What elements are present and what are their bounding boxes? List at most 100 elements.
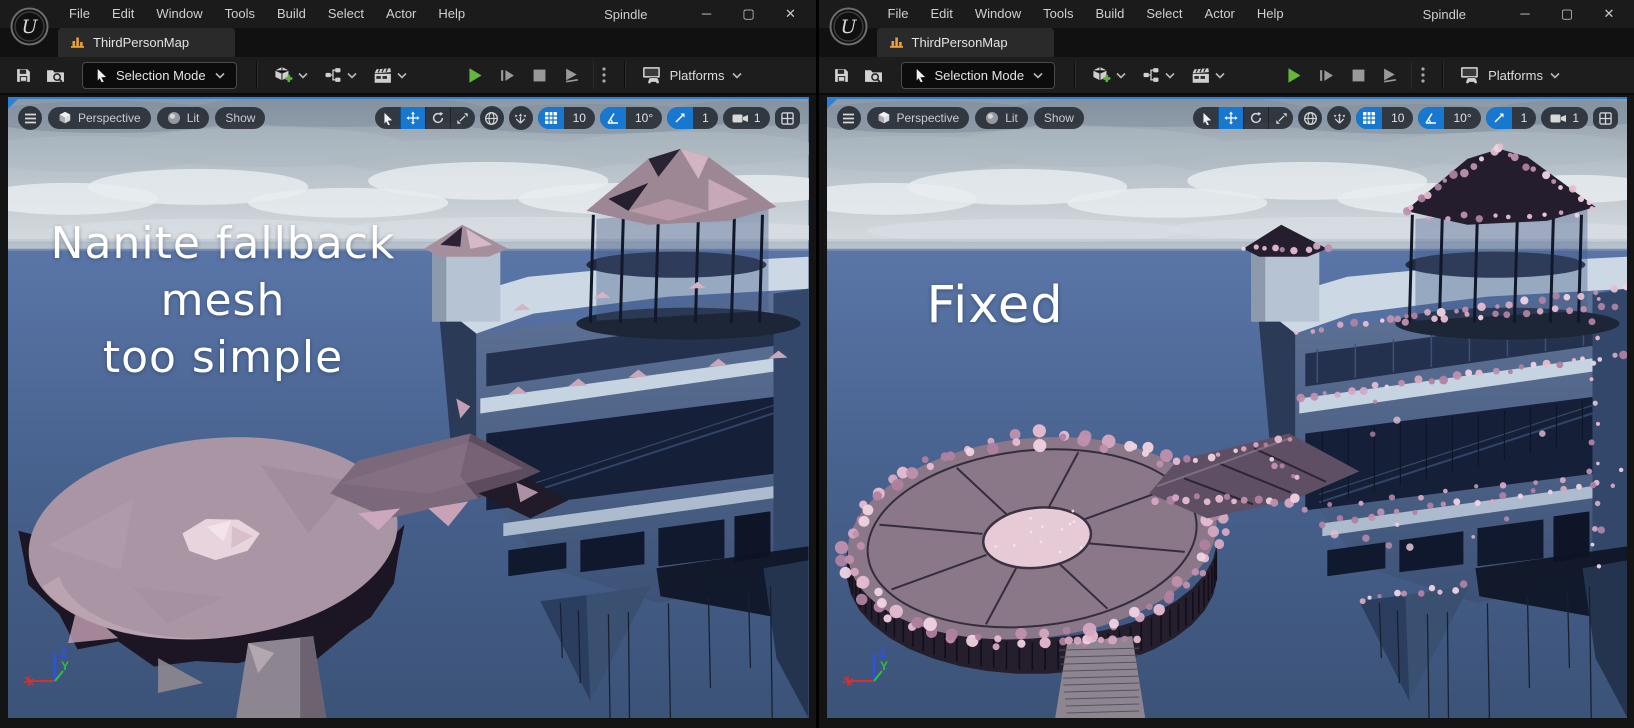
close-button[interactable]: ✕ (1588, 0, 1630, 28)
play-controls (461, 61, 615, 89)
stop-button[interactable] (1343, 61, 1373, 89)
viewport-layout-button[interactable] (1593, 107, 1618, 129)
minimize-button[interactable]: ─ (686, 0, 728, 28)
toolbar-divider (1442, 62, 1443, 88)
menu-select[interactable]: Select (317, 0, 375, 28)
main-toolbar: Selection Mode (0, 57, 816, 95)
viewport-canvas[interactable] (827, 99, 1628, 718)
perspective-cube-icon (58, 111, 72, 125)
perspective-dropdown[interactable]: Perspective (48, 107, 151, 129)
camera-speed-control[interactable]: 1 (1541, 107, 1588, 129)
selection-mode-dropdown[interactable]: Selection Mode (901, 62, 1056, 89)
move-tool-button[interactable] (1218, 107, 1243, 129)
level-icon (889, 34, 904, 52)
surface-snap-icon (1332, 111, 1347, 126)
eject-button[interactable] (1375, 61, 1405, 89)
menu-select[interactable]: Select (1135, 0, 1193, 28)
cinematics-dropdown[interactable] (1184, 61, 1232, 89)
folder-search-icon (46, 67, 65, 84)
cinematics-dropdown[interactable] (366, 61, 414, 89)
tab-row: ThirdPersonMap (0, 28, 816, 57)
z-axis-label: Z (60, 646, 67, 660)
save-button[interactable] (8, 61, 38, 89)
save-icon (833, 67, 850, 84)
maximize-button[interactable]: ▢ (1546, 0, 1588, 28)
play-options-kebab[interactable] (593, 61, 615, 89)
rotation-snap-control[interactable]: 10° (1418, 107, 1480, 129)
camera-speed-control[interactable]: 1 (723, 107, 770, 129)
blueprints-dropdown[interactable] (317, 61, 364, 89)
editor-window: U File Edit Window Tools Build Select Ac… (819, 0, 1634, 728)
lit-dropdown[interactable]: Lit (975, 107, 1028, 129)
rotation-snap-control[interactable]: 10° (600, 107, 662, 129)
play-options-kebab[interactable] (1411, 61, 1433, 89)
menu-window[interactable]: Window (964, 0, 1032, 28)
rotate-tool-button[interactable] (1243, 107, 1268, 129)
add-actor-dropdown[interactable] (1084, 61, 1133, 89)
browse-content-button[interactable] (40, 61, 70, 89)
menu-help[interactable]: Help (427, 0, 476, 28)
lit-sphere-icon (985, 111, 999, 125)
unreal-logo-icon: U (10, 7, 49, 46)
frame-skip-button[interactable] (493, 61, 523, 89)
world-space-toggle[interactable] (1298, 106, 1322, 130)
grid-snap-control[interactable]: 10 (1356, 107, 1413, 129)
menu-build[interactable]: Build (266, 0, 317, 28)
scale-snap-control[interactable]: 1 (1486, 107, 1537, 129)
svg-text:U: U (21, 16, 38, 38)
maximize-button[interactable]: ▢ (728, 0, 770, 28)
platforms-dropdown[interactable]: Platforms (1452, 66, 1568, 84)
viewport-options-button[interactable] (837, 106, 861, 130)
tab-thirdpersonmap[interactable]: ThirdPersonMap (58, 28, 235, 57)
select-arrow-icon (381, 112, 393, 125)
menu-actor[interactable]: Actor (375, 0, 427, 28)
show-dropdown[interactable]: Show (1034, 107, 1084, 129)
lit-dropdown[interactable]: Lit (157, 107, 210, 129)
annotation-line: Nanite fallback (8, 215, 438, 272)
menu-tools[interactable]: Tools (214, 0, 266, 28)
add-actor-dropdown[interactable] (266, 61, 315, 89)
menu-help[interactable]: Help (1246, 0, 1295, 28)
frame-skip-button[interactable] (1311, 61, 1341, 89)
grid-snap-control[interactable]: 10 (538, 107, 595, 129)
move-tool-button[interactable] (400, 107, 425, 129)
play-button[interactable] (1279, 61, 1309, 89)
scale-tool-button[interactable] (1268, 107, 1293, 129)
menu-actor[interactable]: Actor (1194, 0, 1246, 28)
menu-edit[interactable]: Edit (919, 0, 963, 28)
eject-button[interactable] (557, 61, 587, 89)
world-space-toggle[interactable] (480, 106, 504, 130)
select-tool-button[interactable] (375, 107, 400, 129)
perspective-dropdown[interactable]: Perspective (867, 107, 970, 129)
platforms-dropdown[interactable]: Platforms (634, 66, 750, 84)
surface-snap-button[interactable] (509, 106, 533, 130)
viewport-canvas[interactable] (8, 99, 809, 718)
browse-content-button[interactable] (859, 61, 889, 89)
tab-thirdpersonmap[interactable]: ThirdPersonMap (877, 28, 1054, 57)
rotate-tool-button[interactable] (425, 107, 450, 129)
menu-window[interactable]: Window (145, 0, 213, 28)
play-button[interactable] (461, 61, 491, 89)
viewport-options-button[interactable] (18, 106, 42, 130)
menu-build[interactable]: Build (1084, 0, 1135, 28)
stop-button[interactable] (525, 61, 555, 89)
select-tool-button[interactable] (1193, 107, 1218, 129)
menu-tools[interactable]: Tools (1032, 0, 1084, 28)
chevron-down-icon (347, 72, 357, 79)
menu-file[interactable]: File (877, 0, 920, 28)
scale-snap-value: 1 (1512, 107, 1537, 129)
menu-edit[interactable]: Edit (101, 0, 145, 28)
save-button[interactable] (827, 61, 857, 89)
toolbar-divider (256, 62, 257, 88)
scale-snap-control[interactable]: 1 (667, 107, 718, 129)
surface-snap-button[interactable] (1327, 106, 1351, 130)
close-button[interactable]: ✕ (770, 0, 812, 28)
selection-mode-dropdown[interactable]: Selection Mode (82, 62, 237, 89)
minimize-button[interactable]: ─ (1504, 0, 1546, 28)
viewport-layout-button[interactable] (775, 107, 800, 129)
show-dropdown[interactable]: Show (215, 107, 265, 129)
blueprints-dropdown[interactable] (1135, 61, 1182, 89)
scale-tool-button[interactable] (450, 107, 475, 129)
annotation-text: Nanite fallback mesh too simple (8, 215, 438, 387)
menu-file[interactable]: File (58, 0, 101, 28)
